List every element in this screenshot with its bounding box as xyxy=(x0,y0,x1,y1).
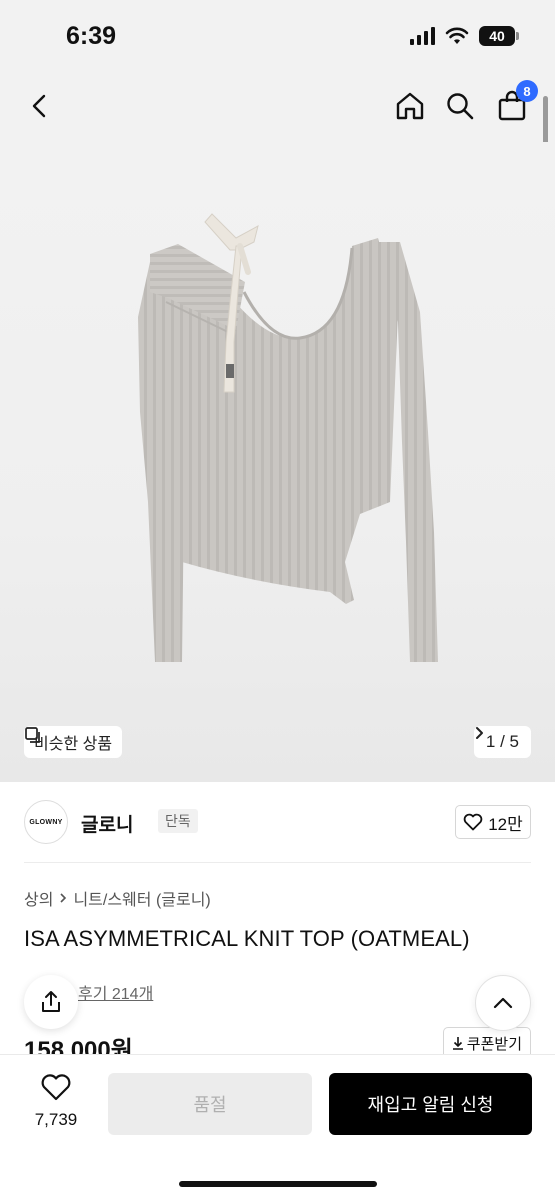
status-icons: 40 xyxy=(410,26,519,46)
chevron-right-icon xyxy=(475,727,483,739)
top-navigation: 8 xyxy=(0,72,555,142)
divider xyxy=(24,862,531,863)
cart-button[interactable]: 8 xyxy=(492,80,538,126)
brand-logo[interactable]: GLOWNY xyxy=(24,800,68,844)
exclusive-tag: 단독 xyxy=(158,809,198,833)
brand-like-count: 12만 xyxy=(488,814,523,834)
brand-name[interactable]: 글로니 xyxy=(81,810,133,837)
coupon-label: 쿠폰받기 xyxy=(466,1035,522,1053)
product-image-gallery[interactable]: 비슷한 상품 1 / 5 xyxy=(0,142,555,782)
breadcrumb: 상의 니트/스웨터 (글로니) xyxy=(24,886,211,910)
search-icon xyxy=(447,93,474,120)
image-page-indicator[interactable]: 1 / 5 xyxy=(473,726,531,758)
search-button[interactable] xyxy=(440,86,480,126)
share-icon xyxy=(42,991,60,1012)
share-button[interactable] xyxy=(24,975,78,1029)
home-indicator[interactable] xyxy=(179,1181,377,1187)
chevron-left-icon xyxy=(32,94,46,118)
scroll-to-top-button[interactable] xyxy=(475,975,531,1031)
cellular-signal-icon xyxy=(410,27,435,45)
product-image xyxy=(138,213,438,662)
page-indicator-label: 1 / 5 xyxy=(485,732,519,751)
wishlist-button[interactable]: 7,739 xyxy=(24,1073,88,1130)
similar-products-label: 비슷한 상품 xyxy=(34,736,113,753)
wishlist-count: 7,739 xyxy=(34,1110,78,1129)
status-bar: 6:39 40 xyxy=(0,0,555,72)
heart-icon xyxy=(41,1074,71,1101)
breadcrumb-category[interactable]: 상의 xyxy=(24,886,53,910)
cart-count-badge: 8 xyxy=(516,80,538,102)
soldout-button[interactable]: 품절 xyxy=(108,1073,312,1135)
bottom-action-bar: 7,739 품절 재입고 알림 신청 xyxy=(0,1054,555,1200)
brand-like-button[interactable]: 12만 xyxy=(455,805,531,839)
similar-products-button[interactable]: 비슷한 상품 xyxy=(24,726,123,758)
product-title: ISA ASYMMETRICAL KNIT TOP (OATMEAL) xyxy=(24,926,470,951)
home-icon xyxy=(396,92,424,120)
download-icon xyxy=(452,1037,463,1050)
wifi-icon xyxy=(445,27,469,44)
restock-alert-button[interactable]: 재입고 알림 신청 xyxy=(329,1073,532,1135)
home-button[interactable] xyxy=(390,86,430,126)
battery-icon: 40 xyxy=(479,26,519,46)
brand-row[interactable]: GLOWNY 글로니 단독 12만 xyxy=(24,800,531,846)
heart-icon xyxy=(463,813,483,831)
status-time: 6:39 xyxy=(66,22,117,50)
copy-icon xyxy=(25,727,40,743)
chevron-right-icon xyxy=(60,893,67,903)
breadcrumb-subcategory[interactable]: 니트/스웨터 (글로니) xyxy=(73,886,210,910)
back-button[interactable] xyxy=(20,86,60,126)
chevron-up-icon xyxy=(493,997,513,1009)
